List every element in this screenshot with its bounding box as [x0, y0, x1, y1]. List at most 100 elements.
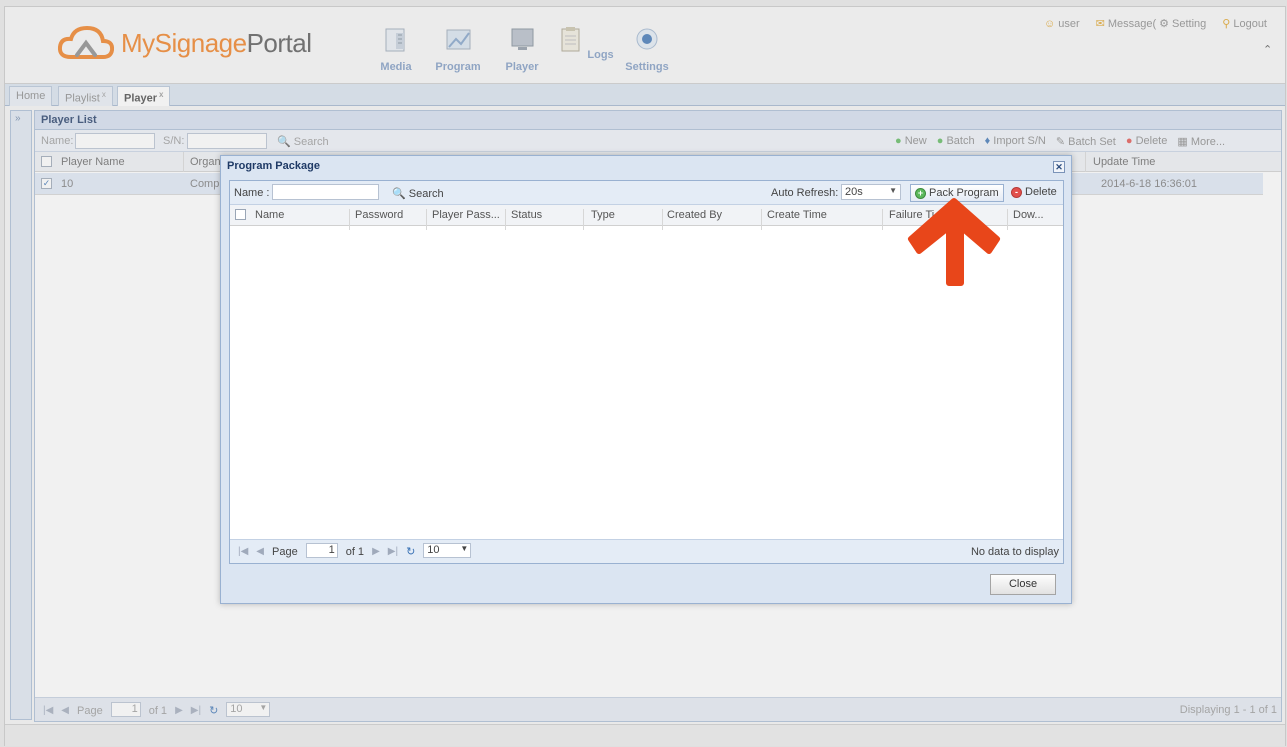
auto-refresh-select[interactable]: 20s ▼ — [841, 184, 901, 200]
col-player-name[interactable]: Player Name — [61, 156, 125, 168]
col-player-password[interactable]: Player Pass... — [432, 209, 500, 221]
empty-message: No data to display — [970, 546, 1059, 558]
expand-sidebar[interactable]: » — [10, 110, 32, 720]
select-all-checkbox[interactable] — [41, 156, 52, 167]
col-name[interactable]: Name — [255, 209, 284, 221]
nav-player[interactable]: Player — [492, 25, 552, 73]
page-size-select[interactable]: 10 ▼ — [423, 543, 472, 558]
user-icon: ☺ — [1044, 17, 1056, 30]
tab-bar: Home Playlist x Player x — [5, 84, 1285, 106]
close-tab-icon[interactable]: x — [159, 90, 163, 99]
search-icon: 🔍 — [277, 136, 291, 148]
close-icon[interactable]: ✕ — [1053, 161, 1065, 173]
expand-icon[interactable]: » — [11, 111, 31, 126]
next-page-icon[interactable]: ▶ — [372, 546, 380, 557]
delete-icon: ● — [1125, 135, 1133, 147]
key-icon: ⚲ — [1222, 18, 1231, 30]
prev-page-icon[interactable]: ◀ — [61, 705, 69, 716]
nav-player-label: Player — [505, 61, 539, 73]
update-time-cell: 2014-6-18 16:36:01 — [1101, 178, 1198, 190]
player-paging-toolbar: |◀ ◀ Page 1 of 1 ▶ ▶| ↻ 10 ▼ Displaying 1… — [35, 697, 1281, 721]
col-organization[interactable]: Organ — [190, 156, 221, 168]
sn-filter-input[interactable] — [187, 133, 267, 149]
col-download[interactable]: Dow... — [1013, 209, 1044, 221]
close-tab-icon[interactable]: x — [102, 90, 106, 99]
media-icon — [385, 28, 405, 52]
prev-page-icon[interactable]: ◀ — [256, 546, 264, 557]
cloud-logo-icon — [57, 25, 115, 59]
name-filter-input[interactable] — [75, 133, 155, 149]
status-bar — [5, 724, 1285, 746]
arrow-up-icon — [908, 198, 1000, 286]
chevron-down-icon: ▼ — [460, 544, 469, 553]
logo: MySignagePortal — [57, 25, 312, 61]
add-icon: ● — [936, 135, 944, 147]
more-button[interactable]: ▦ More... — [1177, 135, 1225, 148]
dialog-search-button[interactable]: 🔍 Search — [392, 187, 444, 200]
tab-playlist[interactable]: Playlist x — [58, 86, 113, 106]
import-icon: ♦ — [984, 135, 991, 147]
search-button[interactable]: 🔍 Search — [277, 135, 329, 148]
collapse-header-icon[interactable]: ⌃ — [1263, 43, 1277, 57]
top-header: MySignagePortal Media Program Player Log… — [5, 7, 1285, 84]
delete-icon: - — [1011, 186, 1022, 198]
user-link[interactable]: ☺ user — [1044, 17, 1080, 30]
nav-logs[interactable]: Logs — [555, 25, 615, 61]
player-icon — [511, 28, 534, 50]
settings-icon — [636, 28, 658, 50]
message-link[interactable]: ✉ Message(⚙ Setting — [1095, 17, 1207, 31]
logs-icon — [561, 27, 580, 52]
panel-title: Player List — [35, 111, 1281, 130]
batch-button[interactable]: ● Batch — [937, 135, 975, 148]
nav-media[interactable]: Media — [366, 25, 426, 73]
import-sn-button[interactable]: ♦ Import S/N — [985, 135, 1046, 148]
panel-toolbar: Name: S/N: 🔍 Search ● New ● Batch ♦ Impo… — [35, 130, 1281, 152]
tab-home[interactable]: Home — [9, 86, 53, 106]
gear-icon: ⚙ — [1159, 18, 1170, 30]
col-update-time[interactable]: Update Time — [1093, 156, 1155, 168]
search-icon: 🔍 — [392, 188, 406, 200]
nav-program-label: Program — [435, 61, 481, 73]
player-name-cell: 10 — [61, 178, 74, 190]
col-create-time[interactable]: Create Time — [767, 209, 827, 221]
top-links: ☺ user ✉ Message(⚙ Setting ⚲ Logout — [1044, 17, 1267, 31]
new-button[interactable]: ● New — [895, 135, 927, 148]
nav-media-label: Media — [380, 61, 412, 73]
select-all-packages-checkbox[interactable] — [235, 209, 246, 220]
nav-settings-label: Settings — [625, 61, 669, 73]
display-info: Displaying 1 - 1 of 1 — [1179, 704, 1277, 716]
refresh-icon[interactable]: ↻ — [406, 545, 415, 558]
edit-icon: ✎ — [1055, 136, 1066, 148]
nav-settings[interactable]: Settings — [617, 25, 677, 73]
page-input[interactable]: 1 — [110, 702, 141, 717]
table-icon: ▦ — [1177, 136, 1188, 148]
refresh-icon[interactable]: ↻ — [209, 704, 218, 717]
last-page-icon[interactable]: ▶| — [191, 705, 201, 716]
col-created-by[interactable]: Created By — [667, 209, 722, 221]
nav-program[interactable]: Program — [428, 25, 488, 73]
package-name-input[interactable] — [272, 184, 379, 200]
batch-set-button[interactable]: ✎ Batch Set — [1056, 135, 1116, 148]
page-size-select[interactable]: 10 ▼ — [226, 702, 271, 717]
close-button[interactable]: Close — [990, 574, 1056, 595]
row-checkbox[interactable]: ✓ — [41, 178, 52, 189]
col-password[interactable]: Password — [355, 209, 403, 221]
chevron-down-icon: ▼ — [889, 186, 897, 195]
col-type[interactable]: Type — [591, 209, 615, 221]
logo-text: MySignagePortal — [121, 27, 312, 58]
organization-cell: Comp — [190, 178, 220, 190]
logout-link[interactable]: ⚲ Logout — [1222, 17, 1267, 31]
delete-button[interactable]: ● Delete — [1126, 135, 1168, 148]
next-page-icon[interactable]: ▶ — [175, 705, 183, 716]
mail-icon: ✉ — [1095, 18, 1105, 30]
tab-player[interactable]: Player x — [117, 86, 171, 106]
last-page-icon[interactable]: ▶| — [388, 546, 398, 557]
chevron-down-icon: ▼ — [259, 703, 268, 712]
page-input[interactable]: 1 — [305, 543, 338, 558]
nav-logs-label: Logs — [587, 49, 614, 61]
first-page-icon[interactable]: |◀ — [238, 546, 248, 557]
col-status[interactable]: Status — [511, 209, 542, 221]
first-page-icon[interactable]: |◀ — [43, 705, 53, 716]
dialog-delete-button[interactable]: - Delete — [1011, 186, 1057, 198]
add-icon: ● — [895, 135, 902, 147]
